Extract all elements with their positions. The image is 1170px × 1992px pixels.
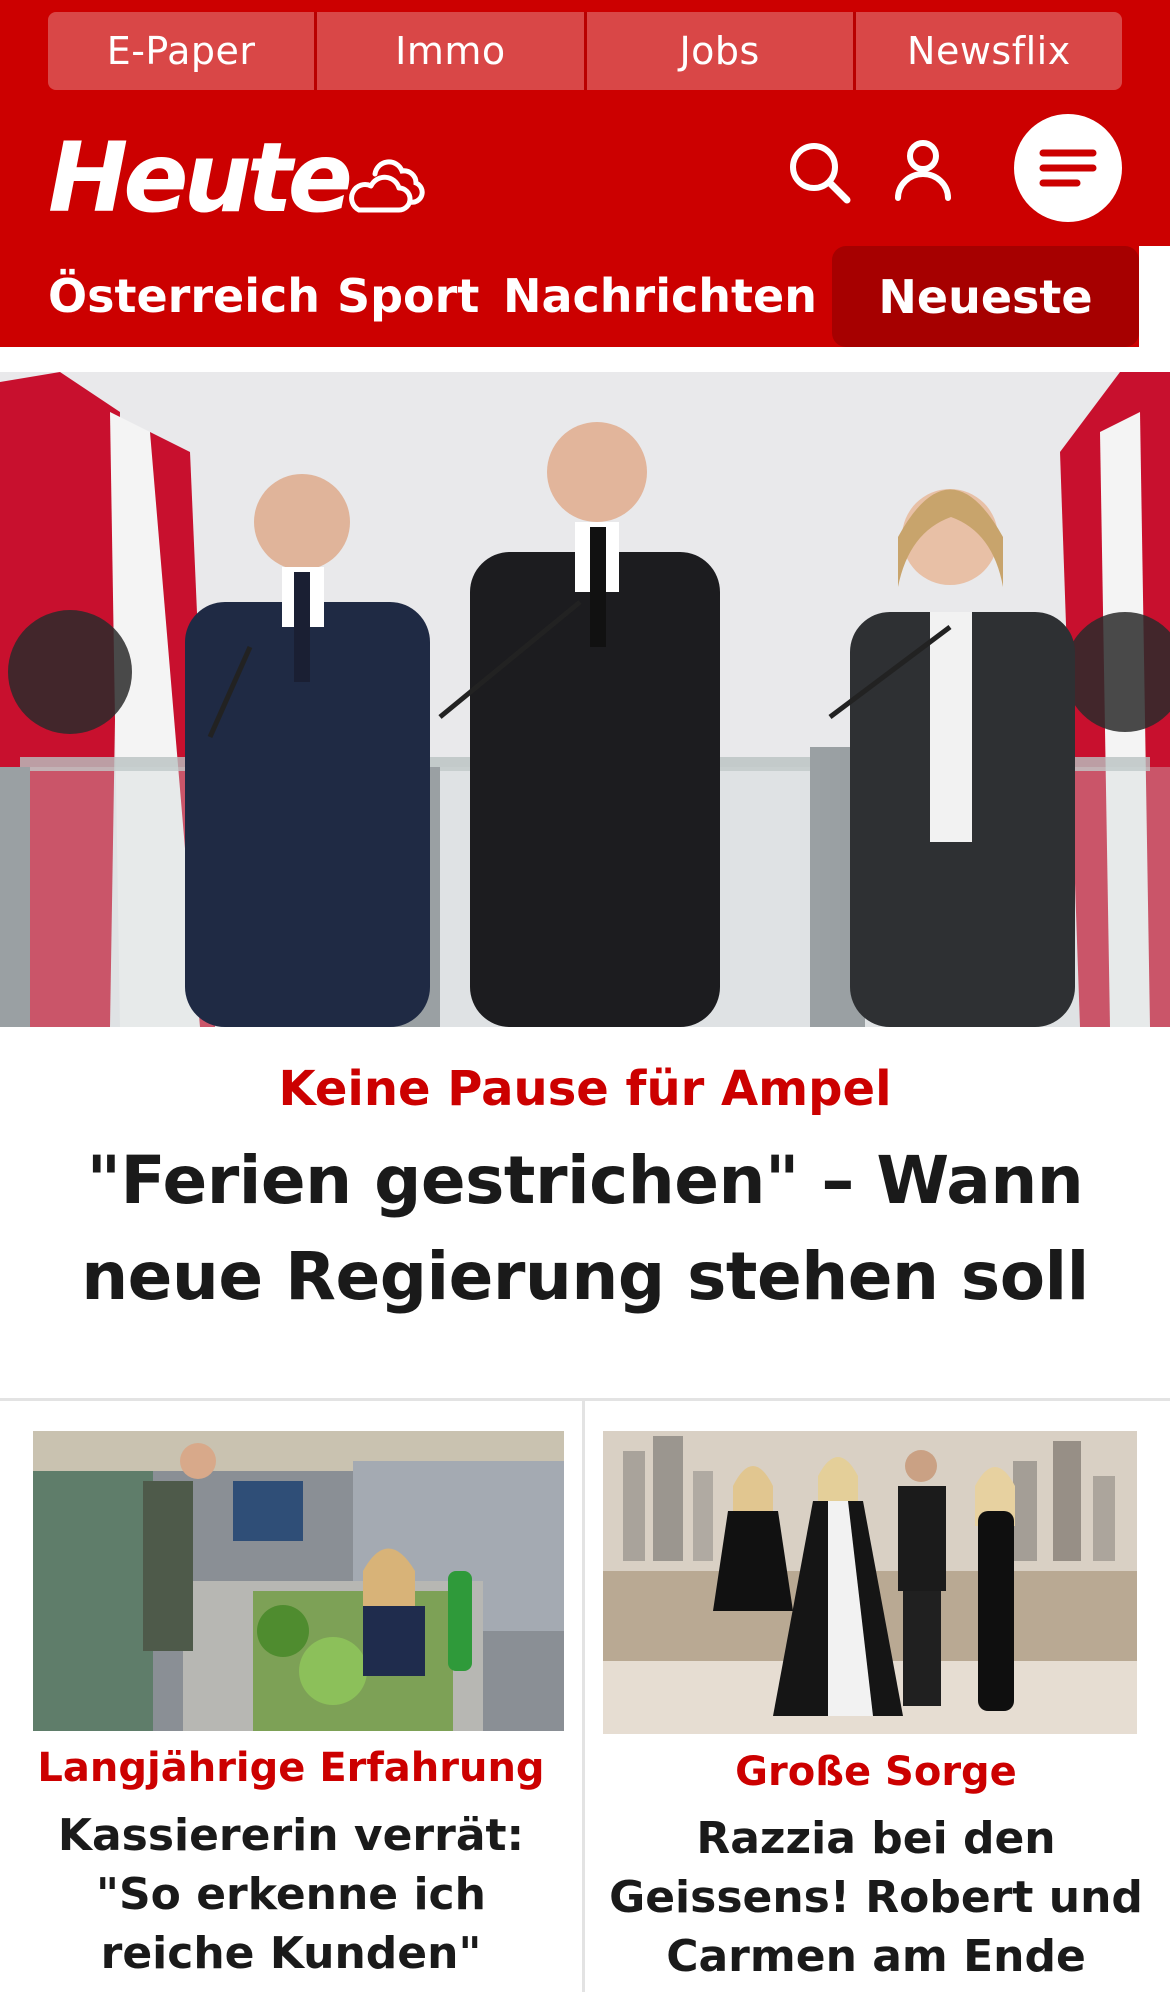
- hamburger-menu-icon: [1039, 149, 1097, 187]
- weather-cloud-icon[interactable]: [345, 148, 425, 218]
- site-header: E-Paper Immo Jobs Newsflix Heute Österre…: [0, 0, 1170, 347]
- header-edge: [1139, 246, 1170, 347]
- brand-row: Heute: [0, 110, 1170, 240]
- menu-button[interactable]: [1014, 114, 1122, 222]
- card-kicker: Große Sorge: [735, 1749, 1017, 1795]
- nav-item-oesterreich[interactable]: Österreich: [48, 268, 320, 324]
- article-card-geissens[interactable]: Große Sorge Razzia bei den Geissens! Rob…: [585, 1401, 1167, 1992]
- nav-item-sport[interactable]: Sport: [337, 268, 479, 324]
- utility-nav: E-Paper Immo Jobs Newsflix: [48, 12, 1122, 90]
- article-image-supermarket: [33, 1431, 564, 1731]
- card-kicker: Langjährige Erfahrung: [37, 1745, 545, 1791]
- hero-article-link[interactable]: Keine Pause für Ampel "Ferien gestrichen…: [0, 1027, 1170, 1397]
- utility-link-immo[interactable]: Immo: [314, 12, 584, 90]
- site-logo[interactable]: Heute: [48, 128, 353, 228]
- article-image-family: [603, 1431, 1137, 1734]
- card-headline: Kassiererin verrät: "So erkenne ich reic…: [57, 1810, 525, 1979]
- user-icon[interactable]: [888, 136, 958, 206]
- nav-item-nachrichten[interactable]: Nachrichten: [503, 268, 817, 324]
- card-headline: Razzia bei den Geissens! Robert und Carm…: [609, 1813, 1143, 1982]
- article-card-cashier[interactable]: Langjährige Erfahrung Kassiererin verrät…: [0, 1401, 582, 1992]
- utility-link-epaper[interactable]: E-Paper: [48, 12, 315, 90]
- hero-headline: "Ferien gestrichen" – Wann neue Regierun…: [81, 1142, 1089, 1315]
- main-nav: Österreich Sport Nachrichten Neueste: [0, 246, 1170, 347]
- utility-link-jobs[interactable]: Jobs: [583, 12, 853, 90]
- tab-neueste[interactable]: Neueste: [832, 246, 1139, 347]
- search-icon[interactable]: [785, 138, 855, 208]
- hero-image[interactable]: [0, 372, 1170, 1027]
- hero-kicker: Keine Pause für Ampel: [278, 1061, 892, 1117]
- utility-link-newsflix[interactable]: Newsflix: [852, 12, 1122, 90]
